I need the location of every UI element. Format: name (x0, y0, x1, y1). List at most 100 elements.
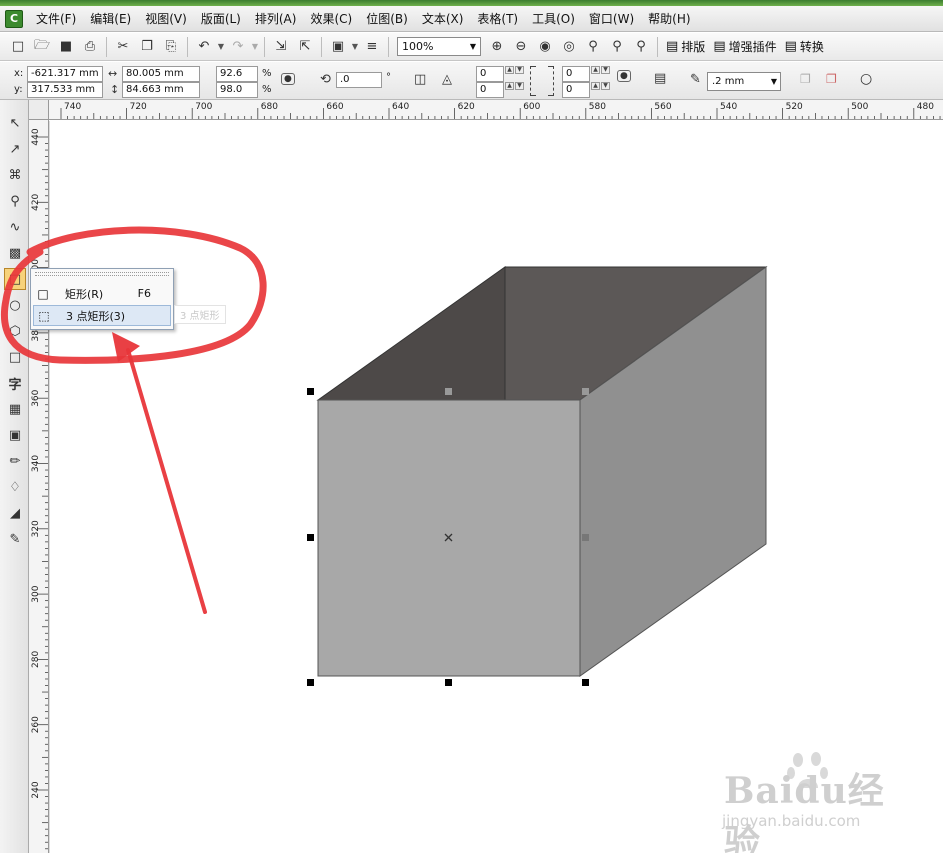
paste-icon[interactable]: ⎘ (160, 36, 182, 58)
zoom-selected-icon[interactable]: ◉ (534, 36, 556, 58)
scale-x-field[interactable]: 92.6 (216, 66, 258, 82)
zoom-icon[interactable]: ⚲ (4, 190, 26, 212)
menu-view[interactable]: 视图(V) (138, 8, 194, 30)
outline-width-select[interactable]: .2 mm ▼ (707, 72, 781, 91)
export-icon[interactable]: ⇱ (294, 36, 316, 58)
mirror-vertical-icon[interactable]: ◬ (442, 72, 452, 87)
vertical-ruler[interactable]: 440420400380360340320300280260240 (29, 120, 49, 853)
corner-lock-icon[interactable]: ● (617, 70, 631, 82)
spin-up-icon[interactable]: ▲ (591, 82, 600, 90)
mirror-horizontal-icon[interactable]: ◫ (414, 72, 426, 87)
save-icon[interactable]: ■ (55, 36, 77, 58)
launcher-dropdown-icon[interactable]: ▼ (350, 42, 360, 51)
fill-icon[interactable]: ◢ (4, 502, 26, 524)
redo-dropdown-icon[interactable]: ▼ (250, 42, 260, 51)
menu-tools[interactable]: 工具(O) (525, 8, 582, 30)
height-field[interactable]: 84.663 mm (122, 82, 200, 98)
table-icon[interactable]: ▦ (4, 398, 26, 420)
corner-top-right-field[interactable]: 0 (562, 66, 590, 82)
rectangle-icon[interactable]: □ (4, 268, 26, 290)
menu-window[interactable]: 窗口(W) (582, 8, 641, 30)
to-back-icon[interactable]: ❐ (826, 72, 837, 86)
to-front-icon[interactable]: ❐ (800, 72, 811, 86)
zoom-all-objects-icon[interactable]: ◎ (558, 36, 580, 58)
new-document-icon[interactable]: □ (7, 36, 29, 58)
menu-effects[interactable]: 效果(C) (303, 8, 359, 30)
copy-icon[interactable]: ❐ (136, 36, 158, 58)
y-position-field[interactable]: 317.533 mm (27, 82, 103, 98)
corner-bottom-left-field[interactable]: 0 (476, 82, 504, 98)
spin-up-icon[interactable]: ▲ (505, 82, 514, 90)
spin-down-icon[interactable]: ▼ (515, 66, 524, 74)
polygon-icon[interactable]: ⬡ (4, 320, 26, 342)
corner-top-left-field[interactable]: 0 (476, 66, 504, 82)
menu-table[interactable]: 表格(T) (470, 8, 525, 30)
selection-handle-bottom-left[interactable] (307, 679, 314, 686)
freehand-icon[interactable]: ∿ (4, 216, 26, 238)
rotation-field[interactable]: .0 (336, 72, 382, 88)
selection-handle-bottom-right[interactable] (582, 679, 589, 686)
pick-icon[interactable]: ↖ (4, 112, 26, 134)
flyout-grip[interactable] (35, 272, 169, 276)
menu-arrange[interactable]: 排列(A) (248, 8, 304, 30)
selection-handle-top-right[interactable] (582, 388, 589, 395)
application-launcher-icon[interactable]: ▣ (327, 36, 349, 58)
spin-down-icon[interactable]: ▼ (601, 66, 610, 74)
interactive-fill-icon[interactable]: ✎ (4, 528, 26, 550)
flyout-item-rectangle[interactable]: □ 矩形(R) F6 (33, 283, 171, 304)
spin-down-icon[interactable]: ▼ (601, 82, 610, 90)
undo-dropdown-icon[interactable]: ▼ (216, 42, 226, 51)
flyout-item-3-point-rectangle[interactable]: ⬚ 3 点矩形(3) (33, 305, 171, 326)
menu-help[interactable]: 帮助(H) (641, 8, 697, 30)
interactive-effects-icon[interactable]: ▣ (4, 424, 26, 446)
box-inner-left-face[interactable] (316, 266, 506, 401)
basic-shapes-icon[interactable]: □ (4, 346, 26, 368)
horizontal-ruler[interactable]: 740 720 700 680 660 640 620 600 580 560 540 520 500 4… (49, 100, 943, 120)
convert-button[interactable]: ▤ 转换 (781, 36, 828, 58)
print-icon[interactable]: ⎙ (79, 36, 101, 58)
selection-handle-mid-right[interactable] (582, 534, 589, 541)
undo-icon[interactable]: ↶ (193, 36, 215, 58)
zoom-in-icon[interactable]: ⊕ (486, 36, 508, 58)
spin-up-icon[interactable]: ▲ (505, 66, 514, 74)
lock-ratio-icon[interactable]: ● (281, 73, 295, 85)
wrap-text-icon[interactable]: ▤ (654, 71, 666, 86)
zoom-level-select[interactable]: 100% ▼ (397, 37, 481, 56)
selection-handle-top-mid[interactable] (445, 388, 452, 395)
import-icon[interactable]: ⇲ (270, 36, 292, 58)
x-position-field[interactable]: -621.317 mm (27, 66, 103, 82)
spin-up-icon[interactable]: ▲ (591, 66, 600, 74)
corner-bottom-right-field[interactable]: 0 (562, 82, 590, 98)
menu-bitmaps[interactable]: 位图(B) (359, 8, 415, 30)
spin-down-icon[interactable]: ▼ (515, 82, 524, 90)
cut-icon[interactable]: ✂ (112, 36, 134, 58)
zoom-page-height-icon[interactable]: ⚲ (630, 36, 652, 58)
plugin-button[interactable]: ▤ 增强插件 (709, 36, 780, 58)
selection-handle-mid-left[interactable] (307, 534, 314, 541)
text-icon[interactable]: 字 (4, 372, 26, 394)
shape-icon[interactable]: ↗ (4, 138, 26, 160)
menu-edit[interactable]: 编辑(E) (83, 8, 138, 30)
scale-y-field[interactable]: 98.0 (216, 82, 258, 98)
eyedropper-icon[interactable]: ✏ (4, 450, 26, 472)
width-field[interactable]: 80.005 mm (122, 66, 200, 82)
menu-layout[interactable]: 版面(L) (194, 8, 248, 30)
zoom-page-width-icon[interactable]: ⚲ (606, 36, 628, 58)
ellipse-icon[interactable]: ○ (4, 294, 26, 316)
open-folder-icon[interactable]: 🗁 (31, 36, 53, 58)
outline-pen-icon[interactable]: ♢ (4, 476, 26, 498)
convert-to-curves-icon[interactable]: ○ (860, 71, 872, 87)
drawing-canvas[interactable] (49, 121, 943, 853)
redo-icon[interactable]: ↷ (227, 36, 249, 58)
zoom-page-icon[interactable]: ⚲ (582, 36, 604, 58)
zoom-out-icon[interactable]: ⊖ (510, 36, 532, 58)
menu-file[interactable]: 文件(F) (29, 8, 83, 30)
layout-button[interactable]: ▤ 排版 (662, 36, 709, 58)
crop-icon[interactable]: ⌘ (4, 164, 26, 186)
ruler-origin[interactable] (29, 100, 49, 120)
welcome-screen-icon[interactable]: ≡ (361, 36, 383, 58)
selection-handle-top-left[interactable] (307, 388, 314, 395)
menu-text[interactable]: 文本(X) (415, 8, 471, 30)
smart-fill-icon[interactable]: ▩ (4, 242, 26, 264)
selection-handle-bottom-mid[interactable] (445, 679, 452, 686)
